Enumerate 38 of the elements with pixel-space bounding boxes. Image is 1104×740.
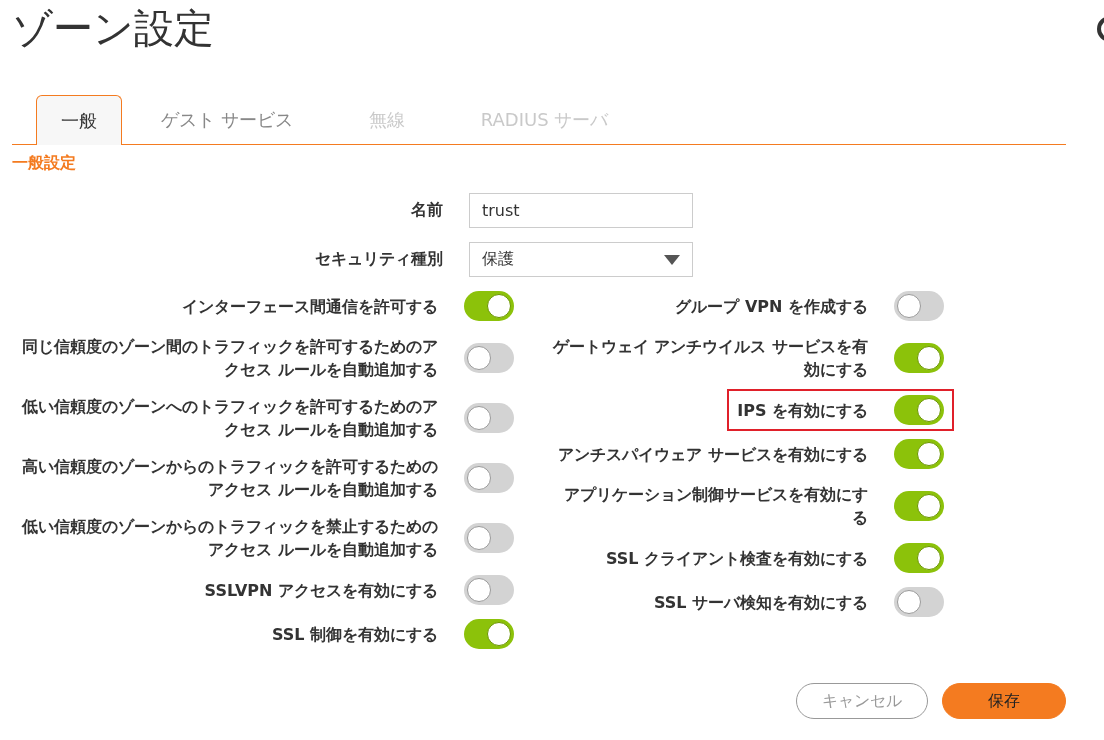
toggle-switch[interactable] xyxy=(894,439,944,469)
field-label: セキュリティ種別 xyxy=(315,249,443,270)
toggle-label: SSL クライアント検査を有効にする xyxy=(605,547,868,570)
toggle-switch[interactable] xyxy=(894,291,944,321)
save-button[interactable]: 保存 xyxy=(942,683,1066,719)
toggle-switch[interactable] xyxy=(894,395,944,425)
section-title: 一般設定 xyxy=(12,153,77,173)
toggle-switch[interactable] xyxy=(464,291,514,321)
toggle-label: SSL サーバ検知を有効にする xyxy=(653,591,868,614)
toggle-switch[interactable] xyxy=(464,575,514,605)
toggle-label: アンチスパイウェア サービスを有効にする xyxy=(558,443,868,466)
toggle-switch[interactable] xyxy=(894,343,944,373)
dropdown[interactable]: 保護 xyxy=(469,242,693,277)
toggle-label: アプリケーション制御サービスを有効にする xyxy=(563,484,868,529)
field-label: 名前 xyxy=(411,200,443,221)
toggle-switch[interactable] xyxy=(464,403,514,433)
toggle-switch[interactable] xyxy=(464,463,514,493)
toggle-label: 高い信頼度のゾーンからのトラフィックを許可するためのアクセス ルールを自動追加する xyxy=(21,456,438,501)
toggle-label: SSLVPN アクセスを有効にする xyxy=(204,579,438,602)
tab[interactable]: 一般 xyxy=(36,95,122,145)
toggle-label: SSL 制御を有効にする xyxy=(271,623,438,646)
caret-icon xyxy=(664,254,680,265)
toggle-switch[interactable] xyxy=(464,523,514,553)
toggle-label: ゲートウェイ アンチウイルス サービスを有効にする xyxy=(551,336,868,381)
input-field[interactable]: trust xyxy=(469,193,693,228)
toggle-label: 低い信頼度のゾーンへのトラフィックを許可するためのアクセス ルールを自動追加する xyxy=(20,396,438,441)
toggle-switch[interactable] xyxy=(464,343,514,373)
page-title: ゾーン設定 xyxy=(12,4,215,52)
toggle-switch[interactable] xyxy=(894,587,944,617)
toggle-switch[interactable] xyxy=(464,619,514,649)
toggle-switch[interactable] xyxy=(894,491,944,521)
toggle-label: インターフェース間通信を許可する xyxy=(182,295,438,318)
toggle-label: グループ VPN を作成する xyxy=(675,295,868,318)
tab[interactable]: ゲスト サービス xyxy=(124,95,330,144)
toggle-label: 同じ信頼度のゾーン間のトラフィックを許可するためのアクセス ルールを自動追加する xyxy=(21,336,438,381)
toggle-label: IPS を有効にする xyxy=(737,399,868,422)
toggle-label: 低い信頼度のゾーンからのトラフィックを禁止するためのアクセス ルールを自動追加する xyxy=(20,516,438,561)
toggle-switch[interactable] xyxy=(894,543,944,573)
